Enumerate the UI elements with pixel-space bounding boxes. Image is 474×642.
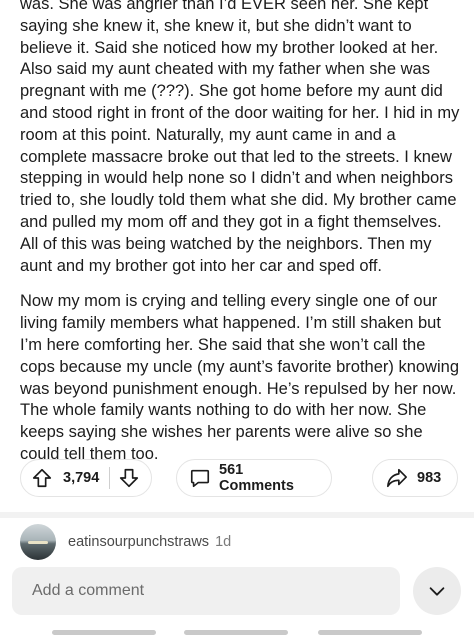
comment-username[interactable]: eatinsourpunchstraws bbox=[68, 534, 209, 550]
chevron-down-icon bbox=[426, 580, 448, 602]
post-actions-bar: 3,794 561 Comments 983 bbox=[20, 458, 458, 498]
upvote-arrow-icon[interactable] bbox=[31, 467, 53, 489]
comments-count-label: 561 Comments bbox=[219, 462, 294, 494]
vote-count: 3,794 bbox=[63, 470, 100, 486]
comment-bubble-icon bbox=[189, 467, 211, 489]
post-body: was. She was angrier than I’d EVER seen … bbox=[20, 0, 460, 480]
comment-header: eatinsourpunchstraws 1d bbox=[20, 524, 231, 560]
comments-button[interactable]: 561 Comments bbox=[176, 459, 332, 497]
expand-comments-button[interactable] bbox=[413, 567, 461, 615]
comment-age: 1d bbox=[215, 534, 232, 550]
nav-indicator bbox=[184, 630, 288, 635]
post-paragraph: Now my mom is crying and telling every s… bbox=[20, 292, 459, 463]
system-nav-bar bbox=[0, 630, 474, 636]
add-comment-input[interactable]: Add a comment bbox=[12, 567, 400, 615]
nav-indicator bbox=[52, 630, 156, 635]
share-button[interactable]: 983 bbox=[372, 459, 458, 497]
add-comment-placeholder: Add a comment bbox=[32, 582, 145, 599]
post-paragraph: was. She was angrier than I’d EVER seen … bbox=[20, 0, 460, 275]
avatar[interactable] bbox=[20, 524, 56, 560]
share-arrow-icon bbox=[385, 467, 409, 489]
downvote-arrow-icon[interactable] bbox=[118, 467, 140, 489]
vote-separator bbox=[109, 467, 111, 489]
section-divider bbox=[0, 512, 474, 518]
nav-indicator bbox=[318, 630, 422, 635]
vote-control: 3,794 bbox=[20, 459, 152, 497]
share-count: 983 bbox=[417, 470, 442, 486]
